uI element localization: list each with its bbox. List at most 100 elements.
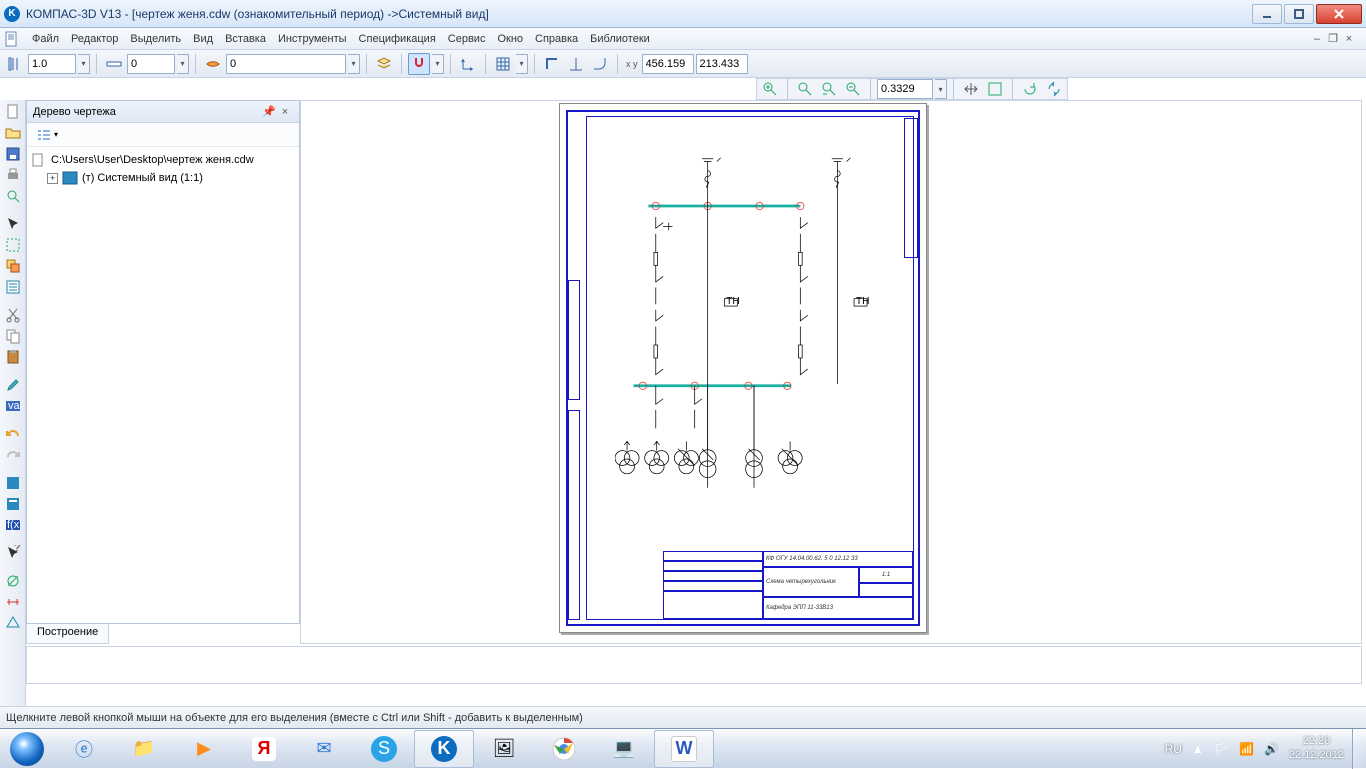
tray-clock[interactable]: 22:20 22.12.2012 <box>1289 735 1344 761</box>
marquee-select-icon[interactable] <box>2 235 24 255</box>
dimension-panel-icon[interactable] <box>2 592 24 612</box>
menu-insert[interactable]: Вставка <box>219 31 272 47</box>
task-device[interactable]: 💻 <box>594 730 654 768</box>
snap-menu[interactable] <box>432 54 444 74</box>
fx-icon[interactable]: f(x) <box>2 515 24 535</box>
mdi-close[interactable]: × <box>1342 32 1356 46</box>
zoom-dynamic-icon[interactable] <box>818 78 840 100</box>
coord-y-input[interactable] <box>696 54 748 74</box>
coord-x-input[interactable] <box>642 54 694 74</box>
properties-icon[interactable] <box>2 277 24 297</box>
refresh-icon[interactable] <box>1043 78 1065 100</box>
grid-icon[interactable] <box>492 53 514 75</box>
perpendicular-icon[interactable] <box>565 53 587 75</box>
variables-icon[interactable]: var <box>2 396 24 416</box>
open-icon[interactable] <box>2 123 24 143</box>
snap-step-icon[interactable] <box>4 53 26 75</box>
menu-view[interactable]: Вид <box>187 31 219 47</box>
help-pointer-icon[interactable]: ? <box>2 543 24 563</box>
task-kompas[interactable]: K <box>414 730 474 768</box>
side-tab-build[interactable]: Построение <box>26 624 109 644</box>
layer-input[interactable] <box>226 54 346 74</box>
report-icon[interactable] <box>2 494 24 514</box>
tray-volume-icon[interactable]: 🔊 <box>1264 742 1279 756</box>
edit-icon[interactable] <box>2 256 24 276</box>
menu-file[interactable]: Файл <box>26 31 65 47</box>
preview-icon[interactable] <box>2 186 24 206</box>
redraw-icon[interactable] <box>1019 78 1041 100</box>
close-button[interactable] <box>1316 4 1362 24</box>
layer-dropdown[interactable] <box>348 54 360 74</box>
zoom-input[interactable] <box>877 79 933 99</box>
menu-specification[interactable]: Спецификация <box>353 31 442 47</box>
menu-service[interactable]: Сервис <box>442 31 492 47</box>
tray-network-icon[interactable]: 📶 <box>1239 742 1254 756</box>
side-tabs: Построение <box>26 624 300 644</box>
maximize-button[interactable] <box>1284 4 1314 24</box>
menu-help[interactable]: Справка <box>529 31 584 47</box>
mdi-restore[interactable]: ❐ <box>1326 32 1340 46</box>
tray-chevron-icon[interactable]: ▲ <box>1192 742 1204 756</box>
menu-editor[interactable]: Редактор <box>65 31 124 47</box>
task-ie[interactable]: ⓔ <box>54 730 114 768</box>
layers-manager-icon[interactable] <box>373 53 395 75</box>
paste-icon[interactable] <box>2 347 24 367</box>
brush-icon[interactable] <box>2 375 24 395</box>
ortho-icon[interactable] <box>541 53 563 75</box>
task-photos[interactable]: 🖼 <box>474 730 534 768</box>
task-explorer[interactable]: 📁 <box>114 730 174 768</box>
task-media[interactable]: ▶ <box>174 730 234 768</box>
tray-language[interactable]: RU <box>1165 742 1182 756</box>
markup-panel-icon[interactable] <box>2 613 24 633</box>
menu-libraries[interactable]: Библиотеки <box>584 31 656 47</box>
tree-root-file[interactable]: C:\Users\User\Desktop\чертеж женя.cdw <box>31 151 295 169</box>
drawing-tree[interactable]: C:\Users\User\Desktop\чертеж женя.cdw + … <box>27 147 299 623</box>
layer-color-icon[interactable] <box>202 53 224 75</box>
task-word[interactable]: W <box>654 730 714 768</box>
task-mail[interactable]: ✉ <box>294 730 354 768</box>
select-arrow-icon[interactable] <box>2 214 24 234</box>
menu-window[interactable]: Окно <box>491 31 529 47</box>
round-icon[interactable] <box>589 53 611 75</box>
cut-icon[interactable] <box>2 305 24 325</box>
task-yandex[interactable]: Я <box>234 730 294 768</box>
mdi-minimize[interactable]: – <box>1310 32 1324 46</box>
tree-display-mode[interactable]: ▾ <box>31 124 63 146</box>
minimize-button[interactable] <box>1252 4 1282 24</box>
copy-icon[interactable] <box>2 326 24 346</box>
pin-icon[interactable]: 📌 <box>261 104 277 120</box>
undo-icon[interactable] <box>2 424 24 444</box>
style-dropdown[interactable] <box>177 54 189 74</box>
show-desktop-button[interactable] <box>1352 729 1366 769</box>
save-icon[interactable] <box>2 144 24 164</box>
geometry-panel-icon[interactable] <box>2 571 24 591</box>
style-icon[interactable] <box>103 53 125 75</box>
zoom-in-icon[interactable] <box>759 78 781 100</box>
grid-menu[interactable] <box>516 54 528 74</box>
tree-system-view[interactable]: + (т) Системный вид (1:1) <box>31 169 295 187</box>
tray-flag-icon[interactable]: 🏳 <box>1214 742 1229 756</box>
command-strip[interactable] <box>26 646 1362 684</box>
coord-system-icon[interactable] <box>457 53 479 75</box>
redo-icon[interactable] <box>2 445 24 465</box>
style-input[interactable] <box>127 54 175 74</box>
zoom-out-icon[interactable] <box>842 78 864 100</box>
zoom-all-icon[interactable] <box>984 78 1006 100</box>
step-input[interactable] <box>28 54 76 74</box>
zoom-window-icon[interactable] <box>794 78 816 100</box>
expander-icon[interactable]: + <box>47 173 58 184</box>
zoom-dropdown[interactable] <box>935 79 947 99</box>
drawing-canvas[interactable]: ТН ТН <box>300 100 1362 644</box>
menu-tools[interactable]: Инструменты <box>272 31 353 47</box>
spec-icon[interactable] <box>2 473 24 493</box>
new-doc-icon[interactable] <box>2 102 24 122</box>
panel-close-icon[interactable]: × <box>277 104 293 120</box>
print-icon[interactable] <box>2 165 24 185</box>
task-skype[interactable]: S <box>354 730 414 768</box>
snap-toggle-active[interactable] <box>408 53 430 75</box>
menu-select[interactable]: Выделить <box>124 31 187 47</box>
step-dropdown[interactable] <box>78 54 90 74</box>
pan-icon[interactable] <box>960 78 982 100</box>
task-chrome[interactable] <box>534 730 594 768</box>
start-button[interactable] <box>0 729 54 769</box>
